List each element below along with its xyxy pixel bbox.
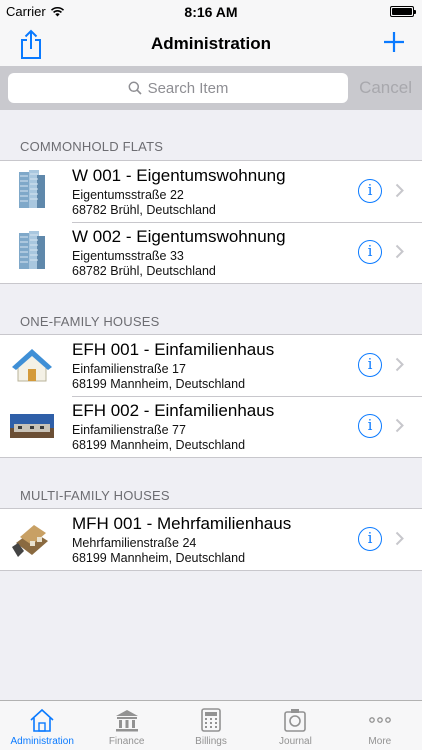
info-icon[interactable]: i [358,353,382,377]
list-item[interactable]: W 001 - Eigentumswohnung Eigentumsstraße… [0,161,422,222]
item-city: 68199 Mannheim, Deutschland [72,377,246,391]
tab-administration[interactable]: Administration [0,701,84,750]
chevron-right-icon [395,357,404,372]
more-dots-icon [368,717,391,723]
list-item[interactable]: EFH 001 - Einfamilienhaus Einfamilienstr… [0,335,422,396]
tab-bar: Administration Finance Billings Journal [0,700,422,750]
info-icon[interactable]: i [358,527,382,551]
search-input[interactable]: Search Item [8,73,348,103]
info-icon[interactable]: i [358,414,382,438]
section-header-multi-family-houses: MULTI-FAMILY HOUSES [20,488,170,503]
section-header-one-family-houses: ONE-FAMILY HOUSES [20,314,160,329]
chevron-right-icon [395,531,404,546]
tab-finance[interactable]: Finance [84,701,168,750]
item-title: MFH 001 - Mehrfamilienhaus [72,514,292,533]
item-street: Einfamilienstraße 17 [72,362,186,376]
item-street: Mehrfamilienstraße 24 [72,536,197,550]
chevron-right-icon [395,183,404,198]
apartment-building-icon [19,170,45,208]
bank-icon [115,710,138,732]
camera-icon [284,709,307,732]
section-one-family-houses: EFH 001 - Einfamilienhaus Einfamilienstr… [0,334,422,458]
info-icon[interactable]: i [358,240,382,264]
tab-label: Billings [195,736,227,747]
item-title: EFH 001 - Einfamilienhaus [72,340,275,359]
apartment-building-icon [19,231,45,269]
list-item[interactable]: MFH 001 - Mehrfamilienhaus Mehrfamiliens… [0,509,422,570]
property-list: COMMONHOLD FLATS W 001 - Eigentumswohnun… [0,110,422,571]
status-time: 8:16 AM [184,4,238,20]
calculator-icon [201,708,221,732]
tab-label: More [368,736,392,747]
item-city: 68782 Brühl, Deutschland [72,203,216,217]
item-street: Einfamilienstraße 77 [72,423,186,437]
cancel-button[interactable]: Cancel [359,78,412,98]
item-title: W 002 - Eigentumswohnung [72,227,286,246]
item-city: 68782 Brühl, Deutschland [72,264,216,278]
chevron-right-icon [395,244,404,259]
list-item[interactable]: EFH 002 - Einfamilienhaus Einfamilienstr… [0,396,422,457]
status-bar: Carrier 8:16 AM [0,0,422,22]
tab-label: Finance [108,736,145,747]
info-icon[interactable]: i [358,179,382,203]
search-icon [128,81,142,95]
tab-journal[interactable]: Journal [253,701,337,750]
tab-more[interactable]: More [338,701,422,750]
search-placeholder: Search Item [147,79,229,97]
section-header-commonhold-flats: COMMONHOLD FLATS [20,139,164,154]
item-title: EFH 002 - Einfamilienhaus [72,401,275,420]
house-photo [10,414,54,438]
tab-billings[interactable]: Billings [169,701,253,750]
search-bar: Search Item Cancel [0,66,422,110]
item-city: 68199 Mannheim, Deutschland [72,438,246,452]
list-item[interactable]: W 002 - Eigentumswohnung Eigentumsstraße… [0,222,422,283]
navigation-bar: Administration [0,22,422,66]
page-title: Administration [151,34,271,53]
house-icon [12,349,52,382]
section-commonhold-flats: W 001 - Eigentumswohnung Eigentumsstraße… [0,160,422,284]
item-title: W 001 - Eigentumswohnung [72,166,286,185]
tab-label: Journal [279,736,312,747]
multi-family-house-icon [12,525,48,557]
item-street: Eigentumsstraße 22 [72,188,184,202]
item-city: 68199 Mannheim, Deutschland [72,551,246,565]
battery-icon [390,6,416,17]
plus-icon[interactable] [382,30,406,54]
tab-label: Administration [10,736,74,747]
house-outline-icon [30,708,54,732]
section-multi-family-houses: MFH 001 - Mehrfamilienhaus Mehrfamiliens… [0,508,422,571]
chevron-right-icon [395,418,404,433]
item-street: Eigentumsstraße 33 [72,249,184,263]
